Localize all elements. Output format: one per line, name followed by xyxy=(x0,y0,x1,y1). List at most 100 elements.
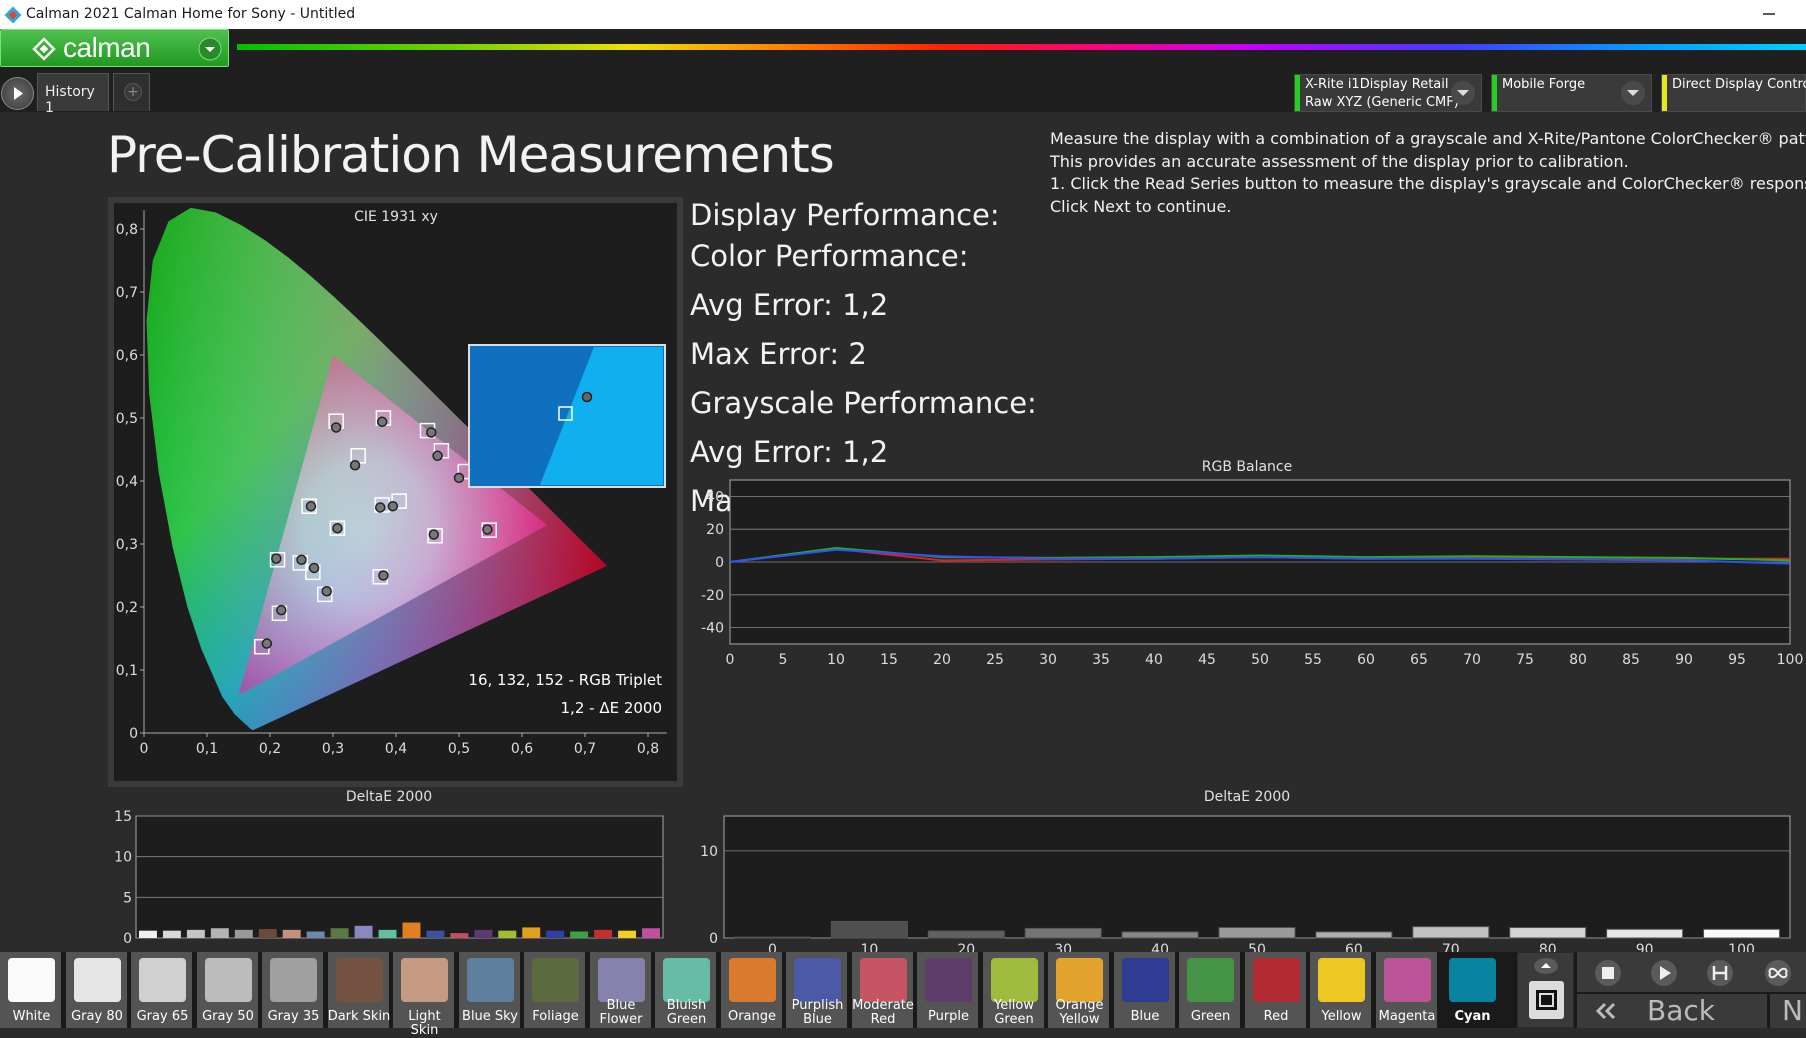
meter-device-selector[interactable]: X-Rite i1Display Retail Raw XYZ (Generic… xyxy=(1294,74,1482,112)
measured-point xyxy=(349,460,361,471)
x-tick-label: 30 xyxy=(1054,942,1072,952)
x-tick-label: 45 xyxy=(1198,652,1216,667)
deltae-caption: 1,2 - ΔE 2000 xyxy=(561,699,662,717)
swatch-color-chip xyxy=(466,958,514,1002)
swatch-purple[interactable]: Purple xyxy=(917,952,980,1028)
swatch-dark-skin[interactable]: Dark Skin xyxy=(327,952,391,1028)
color-avg-error: Avg Error: 1,2 xyxy=(690,288,889,322)
swatch-light-skin[interactable]: Light Skin xyxy=(393,952,456,1038)
zoom-inset xyxy=(468,344,666,488)
swatch-foliage[interactable]: Foliage xyxy=(524,952,587,1028)
swatch-label: Gray 35 xyxy=(267,1009,320,1024)
swatch-red[interactable]: Red xyxy=(1244,952,1308,1028)
rgb-balance-chart: RGB Balance40200-20-400 5 10 15 20 25 30 35 40 45… xyxy=(701,459,1803,667)
swatch-moderate-red[interactable]: Moderate Red xyxy=(851,952,915,1028)
swatch-gray-65[interactable]: Gray 65 xyxy=(131,952,194,1028)
deltae-bar xyxy=(498,930,517,938)
x-tick-label: 60 xyxy=(1345,942,1363,952)
chevron-down-icon[interactable] xyxy=(1451,81,1475,105)
swatch-gray-50[interactable]: Gray 50 xyxy=(196,952,260,1028)
swatch-label: Orange xyxy=(727,1009,777,1024)
chevron-up-icon[interactable] xyxy=(1532,955,1560,977)
swatch-color-chip xyxy=(139,958,186,1002)
swatch-color-chip xyxy=(73,958,121,1002)
measured-point xyxy=(296,554,307,565)
swatch-purplish-blue[interactable]: Purplish Blue xyxy=(786,952,849,1028)
swatch-yellow[interactable]: Yellow xyxy=(1310,952,1373,1028)
read-series-icon[interactable] xyxy=(1705,958,1735,988)
swatch-gray-80[interactable]: Gray 80 xyxy=(65,952,129,1028)
x-tick-label: 0,7 xyxy=(574,741,596,757)
measured-point xyxy=(276,604,287,616)
x-tick-label: 5 xyxy=(779,652,788,667)
x-tick-label: 20 xyxy=(957,942,975,952)
deltae-bar xyxy=(162,930,181,938)
deltae-bar xyxy=(733,936,811,939)
x-tick-label: 70 xyxy=(1442,942,1460,952)
x-tick-label: 25 xyxy=(986,652,1004,667)
top-toolbar: calman History 1 + X-Rite i1Display Reta… xyxy=(0,29,1806,116)
page-title: Pre-Calibration Measurements xyxy=(107,126,835,184)
source-device-selector[interactable]: Mobile Forge xyxy=(1491,74,1652,112)
x-tick-label: 60 xyxy=(1357,652,1375,667)
deltae-bar xyxy=(306,931,325,938)
add-tab-button[interactable]: + xyxy=(113,73,150,111)
device-status-bar xyxy=(1662,75,1667,111)
swatch-orange-yellow[interactable]: Orange Yellow xyxy=(1048,952,1111,1028)
stop-pattern-button[interactable] xyxy=(1528,980,1565,1020)
measured-point xyxy=(428,529,440,540)
next-button[interactable]: N xyxy=(1770,994,1806,1028)
plus-icon: + xyxy=(124,83,142,101)
deltae-bar xyxy=(1024,927,1102,939)
chevron-down-icon[interactable] xyxy=(197,36,223,62)
continuous-icon[interactable] xyxy=(1763,958,1793,988)
instruction-line: Measure the display with a combination o… xyxy=(1050,129,1806,148)
x-tick-label: 90 xyxy=(1675,652,1693,667)
swatch-magenta[interactable]: Magenta xyxy=(1375,952,1439,1028)
x-tick-label: 0,2 xyxy=(259,741,281,757)
deltae-bar xyxy=(1121,931,1199,939)
pattern-control-group xyxy=(1517,952,1574,1028)
measured-point xyxy=(261,638,273,649)
swatch-blue[interactable]: Blue xyxy=(1113,952,1177,1028)
swatch-yellow-green[interactable]: Yellow Green xyxy=(982,952,1046,1028)
stop-icon[interactable] xyxy=(1593,958,1623,988)
swatch-label: Magenta xyxy=(1378,1009,1436,1024)
swatch-label: Orange xyxy=(1055,998,1104,1013)
swatch-white[interactable]: White xyxy=(0,952,63,1028)
instructions-text: Measure the display with a combination o… xyxy=(1050,128,1806,218)
x-tick-label: 10 xyxy=(827,652,845,667)
device-name: Mobile Forge xyxy=(1502,77,1586,92)
play-icon[interactable] xyxy=(1649,958,1679,988)
chevron-down-icon[interactable] xyxy=(1621,81,1645,105)
measured-point xyxy=(426,427,437,438)
swatch-label: Red xyxy=(1263,1009,1289,1024)
swatch-label: Flower xyxy=(599,1012,643,1027)
swatch-gray-35[interactable]: Gray 35 xyxy=(262,952,325,1028)
calman-app-icon xyxy=(4,6,22,24)
y-tick-label: -20 xyxy=(701,588,724,604)
swatch-cyan[interactable]: Cyan xyxy=(1441,952,1504,1028)
swatch-label: Bluish xyxy=(666,998,707,1013)
display-device-selector[interactable]: Direct Display Control xyxy=(1661,74,1806,112)
deltae-colorchecker-chart: DeltaE 2000 15 10 5 0 xyxy=(114,789,664,947)
deltae-bar xyxy=(258,929,277,938)
x-tick-label: 20 xyxy=(933,652,951,667)
swatch-orange[interactable]: Orange xyxy=(720,952,784,1028)
swatch-blue-flower[interactable]: Blue Flower xyxy=(589,952,653,1028)
swatch-label: Yellow xyxy=(1321,1009,1362,1024)
calman-menu-button[interactable]: calman xyxy=(0,29,229,67)
swatch-label: Dark Skin xyxy=(327,1009,391,1024)
play-button[interactable] xyxy=(1,77,34,110)
back-button[interactable]: Back xyxy=(1577,994,1767,1028)
swatch-label: Blue xyxy=(1130,1009,1160,1024)
swatch-label: Green xyxy=(666,1012,707,1027)
swatch-blue-sky[interactable]: Blue Sky xyxy=(458,952,522,1028)
swatch-bluish-green[interactable]: Bluish Green xyxy=(655,952,718,1028)
deltae-bar xyxy=(1606,928,1684,939)
swatch-color-chip xyxy=(401,958,448,1002)
swatch-green[interactable]: Green xyxy=(1179,952,1242,1028)
minimize-icon[interactable] xyxy=(1754,2,1784,26)
swatch-label: Light Skin xyxy=(408,1009,441,1038)
tab-history-1[interactable]: History 1 xyxy=(37,73,109,116)
